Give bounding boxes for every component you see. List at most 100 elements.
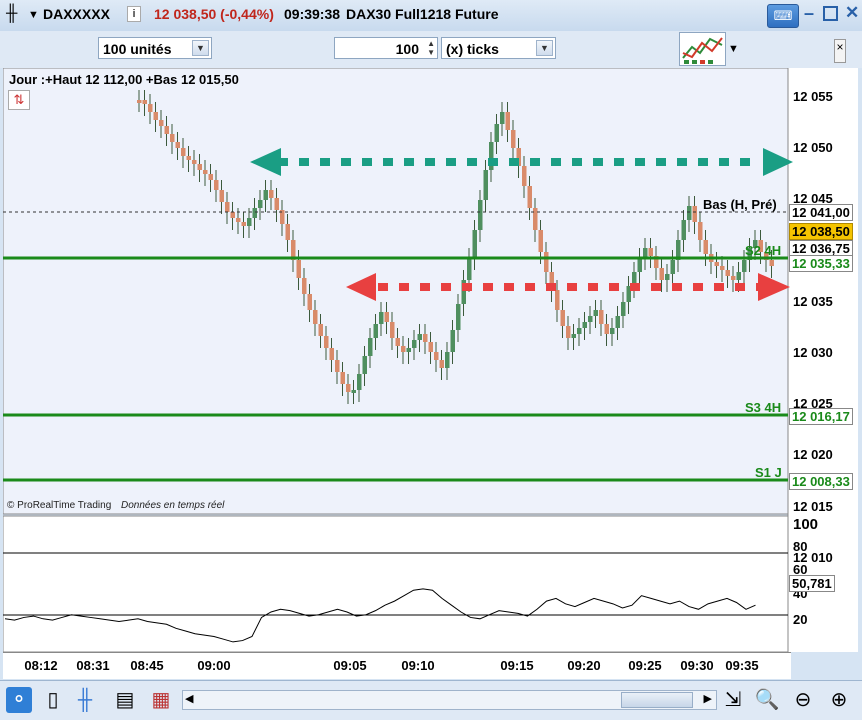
candle-body: [439, 360, 444, 368]
candles-icon[interactable]: ╫: [72, 687, 98, 713]
candle-body: [269, 190, 274, 198]
candle-body: [313, 310, 318, 324]
candle-body: [555, 290, 560, 310]
candle-body: [725, 270, 730, 276]
candle-body: [417, 334, 422, 340]
candle-body: [137, 100, 142, 103]
zoom-out-icon[interactable]: ⊖: [790, 687, 816, 713]
candle-body: [340, 372, 345, 384]
info-icon[interactable]: i: [127, 6, 141, 22]
indicator-tick-label: 80: [793, 539, 808, 554]
scrollbar-thumb[interactable]: [621, 692, 693, 708]
indicator-menu-button[interactable]: [679, 32, 726, 66]
time-tick-label: 08:45: [130, 658, 164, 673]
candle-body: [401, 346, 406, 352]
candle-body: [593, 310, 598, 316]
time-tick-label: 09:30: [680, 658, 714, 673]
candle-body: [208, 174, 213, 180]
candle-body: [148, 104, 153, 112]
s1-label: S1 J: [755, 465, 782, 480]
candle-body: [577, 328, 582, 334]
candle-body: [236, 218, 241, 222]
candle-body: [252, 208, 257, 218]
title-bar: ╫ ▼ DAXXXXX i 12 038,50 (-0,44%) 09:39:3…: [0, 0, 862, 32]
contract-name: DAX30 Full1218 Future: [346, 6, 499, 22]
zoom-in-icon[interactable]: ⊕: [826, 687, 852, 713]
zoom-fit-icon[interactable]: 🔍: [754, 687, 780, 713]
keyboard-icon[interactable]: ⌨: [767, 4, 799, 28]
s3-label: S3 4H: [745, 400, 782, 415]
drawing-icon[interactable]: ▤: [112, 687, 138, 713]
overlap-label: Bas (H, Pré): [703, 197, 777, 212]
candle-body: [736, 272, 741, 280]
horizontal-scrollbar[interactable]: ◀ ▶: [182, 690, 717, 710]
candle-body: [186, 156, 191, 160]
order-toolbar: 100 unités ▼ 100 ▲ ▼ (x) ticks ▼ ▼ ×: [0, 31, 862, 68]
scroll-right-icon[interactable]: ▶: [704, 692, 712, 705]
close-panel-icon[interactable]: ×: [834, 39, 846, 63]
price-tick-label: 12 020: [793, 447, 833, 463]
candlestick-icon[interactable]: ╫: [6, 5, 17, 23]
candle-body: [659, 268, 664, 280]
scroll-left-icon[interactable]: ◀: [185, 692, 193, 705]
units-select[interactable]: 100 unités ▼: [98, 37, 212, 59]
price-chart[interactable]: [3, 68, 858, 652]
time-tick-label: 09:35: [725, 658, 759, 673]
price-panel: [3, 68, 789, 515]
refresh-icon[interactable]: ⇅: [8, 90, 30, 110]
chevron-down-icon[interactable]: ▼: [536, 40, 553, 56]
ticks-mode-value: (x) ticks: [446, 41, 499, 57]
price-tick-label: 12 050: [793, 140, 833, 156]
candle-body: [153, 112, 158, 120]
candle-body: [560, 310, 565, 326]
bottom-toolbar: ⚬ ▯ ╫ ▤ ▦ ◀ ▶ ⇲ 🔍 ⊖ ⊕: [0, 680, 862, 720]
time-tick-label: 09:00: [197, 658, 231, 673]
layout-icon[interactable]: ▯: [40, 687, 66, 713]
chevron-down-icon[interactable]: ▼: [192, 40, 209, 56]
candle-body: [285, 224, 290, 240]
candle-body: [329, 348, 334, 360]
instrument-name[interactable]: DAXXXXX: [43, 6, 110, 22]
candle-body: [505, 112, 510, 130]
candle-body: [302, 278, 307, 294]
close-icon[interactable]: ✕: [845, 3, 859, 23]
candle-body: [599, 310, 604, 324]
candle-body: [769, 260, 774, 266]
candle-body: [472, 230, 477, 258]
candle-body: [346, 384, 351, 392]
time-tick-label: 09:10: [401, 658, 435, 673]
candle-body: [203, 170, 208, 174]
candle-body: [637, 258, 642, 272]
candle-body: [571, 334, 576, 338]
last-price-tag: 12 038,50: [789, 223, 853, 240]
candle-body: [406, 348, 411, 352]
candle-body: [379, 312, 384, 324]
candle-body: [390, 322, 395, 338]
chevron-down-icon[interactable]: ▼: [728, 43, 739, 55]
candle-body: [373, 324, 378, 338]
candle-body: [615, 316, 620, 328]
candle-body: [478, 200, 483, 230]
candle-body: [357, 374, 362, 390]
ticks-mode-select[interactable]: (x) ticks ▼: [441, 37, 556, 59]
stepper-arrows-icon[interactable]: ▲ ▼: [427, 39, 435, 57]
copyright: © ProRealTime Trading: [7, 500, 112, 511]
candle-body: [703, 240, 708, 254]
minimize-icon[interactable]: –: [804, 3, 814, 24]
candle-body: [197, 164, 202, 170]
auto-scroll-icon[interactable]: ⇲: [720, 687, 746, 713]
candle-body: [731, 276, 736, 280]
ticks-stepper[interactable]: 100 ▲ ▼: [334, 37, 438, 59]
indicators-icon[interactable]: ▦: [148, 687, 174, 713]
share-icon[interactable]: ⚬: [6, 687, 32, 713]
instrument-dropdown-icon[interactable]: ▼: [28, 9, 39, 21]
time-axis[interactable]: 08:12 08:31 08:45 09:00 09:05 09:10 09:15 09:20…: [3, 652, 791, 679]
maximize-icon[interactable]: [823, 6, 838, 21]
candle-body: [692, 206, 697, 222]
candle-body: [423, 334, 428, 342]
price-tick-label: 12 055: [793, 89, 833, 104]
candle-body: [296, 260, 301, 278]
candle-body: [230, 212, 235, 218]
price-tick-label: 12 030: [793, 345, 833, 360]
s2-label: S2 4H: [745, 243, 782, 258]
